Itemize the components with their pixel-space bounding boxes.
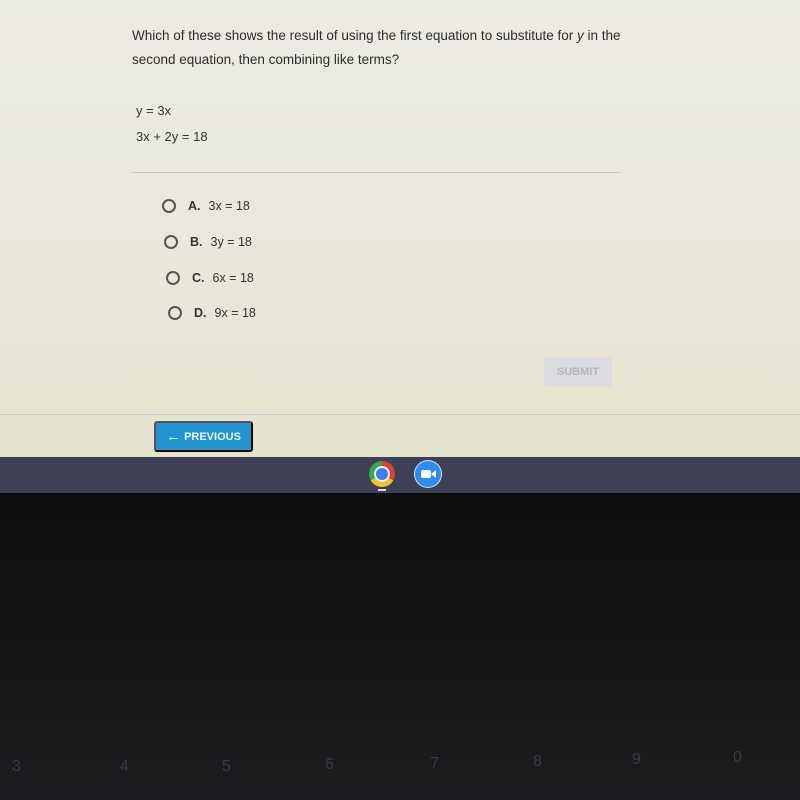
screen: Which of these shows the result of using…: [0, 0, 800, 457]
zoom-icon[interactable]: [415, 461, 441, 487]
option-text: 3y = 18: [210, 235, 252, 249]
key-9: 9: [632, 751, 641, 768]
question-part: Which of these shows the result of using…: [132, 28, 577, 43]
option-letter: C.: [192, 271, 205, 285]
chrome-icon[interactable]: [369, 461, 395, 487]
active-indicator: [378, 489, 386, 491]
key-3: 3: [12, 758, 21, 775]
taskbar: [0, 457, 800, 493]
option-d[interactable]: D. 9x = 18: [168, 306, 256, 320]
radio-icon[interactable]: [162, 199, 176, 213]
arrow-left-icon: ←: [166, 428, 182, 445]
equation-1: y = 3x: [136, 103, 172, 118]
submit-button[interactable]: SUBMIT: [544, 357, 612, 386]
previous-label: PREVIOUS: [184, 430, 241, 443]
option-c[interactable]: C. 6x = 18: [166, 271, 254, 285]
key-4: 4: [120, 758, 129, 775]
keyboard: 3 4 5 6 7 8 9 0: [0, 493, 800, 800]
question-text: Which of these shows the result of using…: [132, 24, 652, 72]
option-text: 6x = 18: [212, 271, 254, 285]
radio-icon[interactable]: [164, 235, 178, 249]
key-0: 0: [733, 749, 742, 766]
divider: [132, 172, 620, 173]
option-b[interactable]: B. 3y = 18: [164, 235, 252, 249]
radio-icon[interactable]: [166, 271, 180, 285]
option-letter: A.: [188, 199, 201, 213]
key-7: 7: [430, 755, 439, 772]
key-8: 8: [533, 753, 542, 770]
option-letter: D.: [194, 306, 207, 320]
option-letter: B.: [190, 235, 203, 249]
previous-button[interactable]: ← PREVIOUS: [154, 421, 253, 452]
key-6: 6: [325, 756, 334, 773]
question-variable: y: [577, 28, 584, 43]
option-text: 9x = 18: [214, 306, 256, 320]
footer-divider: [0, 414, 800, 415]
key-5: 5: [222, 758, 231, 775]
option-text: 3x = 18: [208, 199, 250, 213]
equation-2: 3x + 2y = 18: [136, 129, 208, 144]
radio-icon[interactable]: [168, 306, 182, 320]
option-a[interactable]: A. 3x = 18: [162, 199, 250, 213]
